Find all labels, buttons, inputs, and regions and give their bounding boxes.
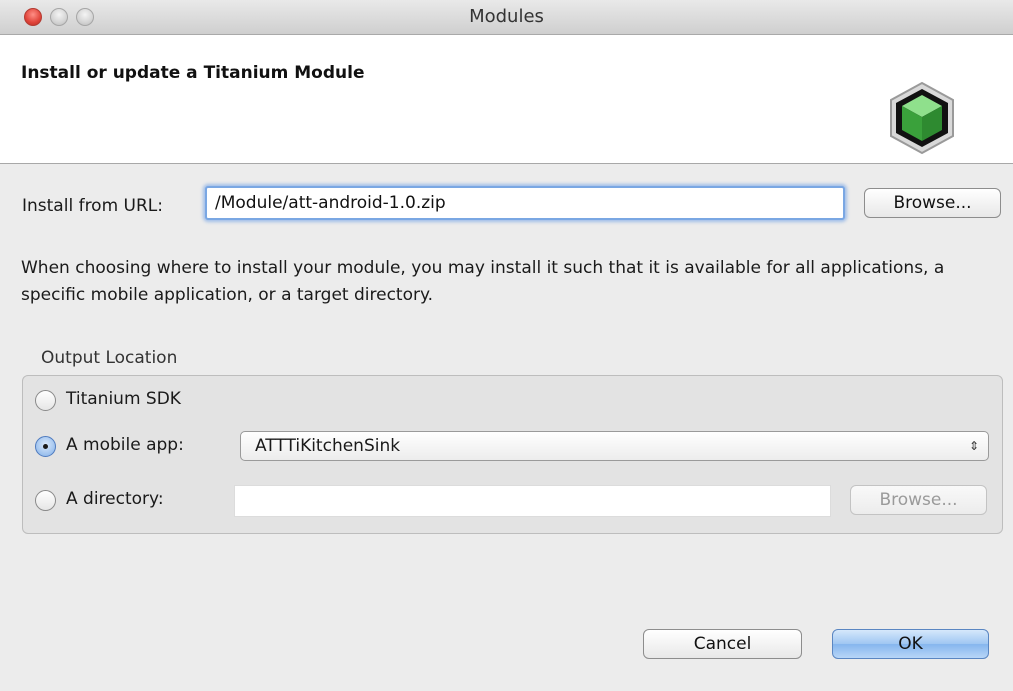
page-title: Install or update a Titanium Module xyxy=(21,63,365,83)
install-url-input[interactable] xyxy=(205,186,845,220)
install-info-text: When choosing where to install your modu… xyxy=(21,258,945,305)
cancel-button[interactable]: Cancel xyxy=(643,629,802,659)
select-arrows-icon: ⇕ xyxy=(968,439,979,453)
window-title: Modules xyxy=(469,6,544,27)
directory-radio[interactable] xyxy=(35,490,56,511)
titanium-module-cube-icon xyxy=(890,81,954,155)
mobile-app-label: A mobile app: xyxy=(66,435,184,455)
titanium-sdk-radio[interactable] xyxy=(35,390,56,411)
mobile-app-selected-value: ATTTiKitchenSink xyxy=(255,436,401,456)
directory-input[interactable] xyxy=(234,485,831,517)
title-bar: Modules xyxy=(0,0,1013,35)
titanium-sdk-label: Titanium SDK xyxy=(66,389,181,409)
directory-label: A directory: xyxy=(66,489,164,509)
dialog-header: Install or update a Titanium Module xyxy=(0,35,1013,164)
mobile-app-radio[interactable] xyxy=(35,436,56,457)
modules-dialog: Modules Install or update a Titanium Mod… xyxy=(0,0,1013,691)
browse-url-button[interactable]: Browse... xyxy=(864,188,1001,218)
install-url-label: Install from URL: xyxy=(22,196,163,216)
output-location-label: Output Location xyxy=(41,348,178,368)
browse-directory-button[interactable]: Browse... xyxy=(850,485,987,515)
ok-button[interactable]: OK xyxy=(832,629,989,659)
mobile-app-select[interactable]: ATTTiKitchenSink ⇕ xyxy=(240,431,989,461)
